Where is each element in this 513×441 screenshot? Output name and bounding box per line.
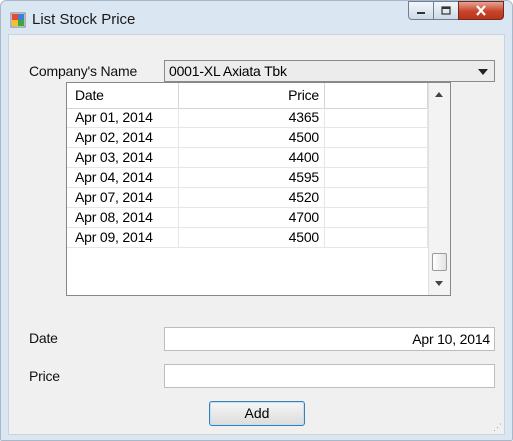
table-row[interactable]: Apr 03, 2014 4400 — [67, 148, 428, 168]
scroll-up-arrow-icon[interactable] — [435, 92, 443, 97]
cell-date[interactable]: Apr 04, 2014 — [67, 168, 179, 187]
title-bar[interactable]: List Stock Price — [1, 1, 512, 34]
cell-date[interactable]: Apr 01, 2014 — [67, 108, 179, 127]
cell-date[interactable]: Apr 08, 2014 — [67, 208, 179, 227]
date-field[interactable]: Apr 10, 2014 — [164, 327, 495, 351]
cell-empty[interactable] — [325, 108, 428, 127]
cell-price[interactable]: 4500 — [179, 128, 325, 147]
maximize-button[interactable] — [433, 1, 459, 20]
date-label: Date — [29, 330, 58, 346]
add-button[interactable]: Add — [209, 401, 305, 426]
cell-empty[interactable] — [325, 168, 428, 187]
column-header-empty[interactable] — [325, 83, 428, 108]
company-select[interactable]: 0001-XL Axiata Tbk — [164, 60, 495, 82]
cell-date[interactable]: Apr 07, 2014 — [67, 188, 179, 207]
resize-grip-icon[interactable]: ⋰ — [493, 423, 502, 432]
table-row[interactable]: Apr 04, 2014 4595 — [67, 168, 428, 188]
cell-price[interactable]: 4520 — [179, 188, 325, 207]
cell-price[interactable]: 4400 — [179, 148, 325, 167]
cell-date[interactable]: Apr 02, 2014 — [67, 128, 179, 147]
date-field-value: Apr 10, 2014 — [412, 331, 490, 347]
close-icon — [476, 5, 486, 16]
column-header-price[interactable]: Price — [179, 83, 325, 108]
minimize-icon — [417, 11, 425, 14]
grid-header-row: Date Price — [67, 83, 428, 109]
price-field[interactable] — [164, 364, 495, 388]
cell-price[interactable]: 4500 — [179, 228, 325, 247]
scrollbar-thumb[interactable] — [432, 253, 447, 271]
company-name-label: Company's Name — [29, 63, 138, 79]
scroll-down-arrow-icon[interactable] — [435, 281, 443, 286]
cell-date[interactable]: Apr 09, 2014 — [67, 228, 179, 247]
table-row[interactable]: Apr 08, 2014 4700 — [67, 208, 428, 228]
cell-date[interactable]: Apr 03, 2014 — [67, 148, 179, 167]
close-button[interactable] — [458, 1, 504, 20]
cell-empty[interactable] — [325, 208, 428, 227]
column-header-date[interactable]: Date — [67, 83, 179, 108]
cell-empty[interactable] — [325, 128, 428, 147]
window-title: List Stock Price — [32, 11, 136, 28]
form-client-area: Company's Name 0001-XL Axiata Tbk Date P… — [8, 34, 505, 435]
cell-price[interactable]: 4700 — [179, 208, 325, 227]
price-label: Price — [29, 368, 60, 384]
cell-empty[interactable] — [325, 188, 428, 207]
table-row[interactable]: Apr 01, 2014 4365 — [67, 108, 428, 128]
maximize-icon — [441, 6, 451, 15]
company-select-value: 0001-XL Axiata Tbk — [169, 63, 287, 79]
cell-price[interactable]: 4365 — [179, 108, 325, 127]
app-icon — [10, 12, 26, 28]
cell-empty[interactable] — [325, 148, 428, 167]
chevron-down-icon[interactable] — [478, 69, 488, 75]
stock-price-grid[interactable]: Date Price Apr 01, 2014 4365 Apr 02, 201… — [66, 82, 451, 296]
table-row[interactable]: Apr 09, 2014 4500 — [67, 228, 428, 248]
grid-vertical-scrollbar[interactable] — [428, 83, 450, 295]
cell-price[interactable]: 4595 — [179, 168, 325, 187]
minimize-button[interactable] — [408, 1, 434, 20]
table-row[interactable]: Apr 07, 2014 4520 — [67, 188, 428, 208]
table-row[interactable]: Apr 02, 2014 4500 — [67, 128, 428, 148]
app-window: List Stock Price Company's Name 0001-XL … — [0, 0, 513, 441]
cell-empty[interactable] — [325, 228, 428, 247]
